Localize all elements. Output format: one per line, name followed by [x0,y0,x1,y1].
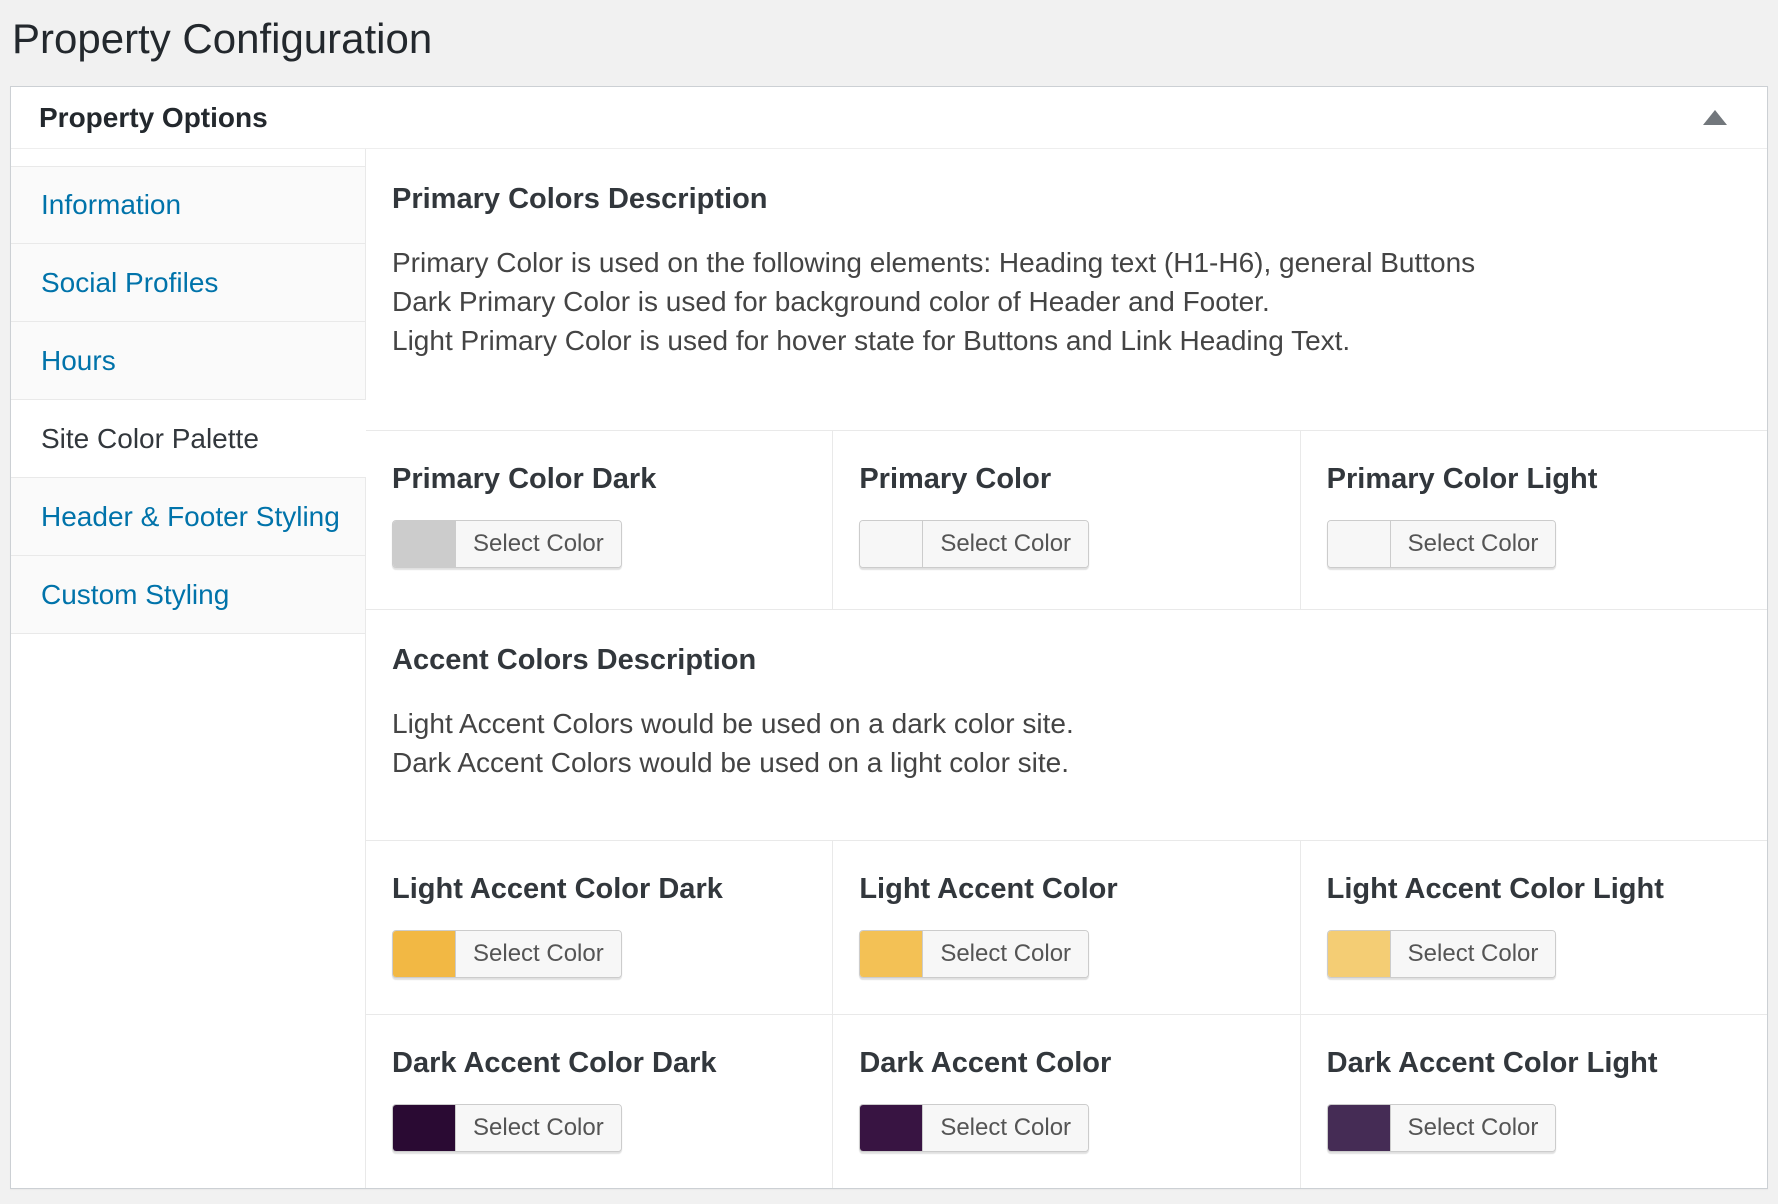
tab-site-color-palette[interactable]: Site Color Palette [11,400,366,478]
tab-panel-site-color-palette: Primary Colors Description Primary Color… [366,149,1767,1188]
color-swatch [860,931,922,977]
settings-tab-list: Information Social Profiles Hours Site C… [11,149,366,1188]
field-primary-color: Primary Color Select Color [832,431,1299,609]
tab-label: Header & Footer Styling [41,501,340,533]
description-line: Light Primary Color is used for hover st… [392,321,1727,360]
description-line: Dark Primary Color is used for backgroun… [392,282,1727,321]
tab-label: Social Profiles [41,267,218,299]
tab-custom-styling[interactable]: Custom Styling [11,556,365,634]
select-color-button-primary-color-light[interactable]: Select Color [1327,520,1557,568]
tab-label: Information [41,189,181,221]
panel-body: Information Social Profiles Hours Site C… [11,149,1767,1188]
color-swatch [393,931,455,977]
section-heading: Accent Colors Description [392,644,1727,677]
field-label: Primary Color Dark [392,463,812,496]
field-light-accent-color: Light Accent Color Select Color [832,841,1299,1014]
tab-social-profiles[interactable]: Social Profiles [11,244,365,322]
field-dark-accent-color: Dark Accent Color Select Color [832,1015,1299,1188]
panel-title: Property Options [39,102,268,134]
property-options-panel: Property Options Information Social Prof… [10,86,1768,1189]
color-swatch [393,1105,455,1151]
field-label: Light Accent Color Dark [392,873,812,906]
color-swatch [393,521,455,567]
description-line: Light Accent Colors would be used on a d… [392,704,1727,743]
tab-label: Hours [41,345,116,377]
accent-colors-description-section: Accent Colors Description Light Accent C… [366,610,1767,841]
tab-information[interactable]: Information [11,166,365,244]
field-light-accent-color-light: Light Accent Color Light Select Color [1300,841,1767,1014]
field-label: Primary Color [859,463,1279,496]
select-color-button-dark-accent-color[interactable]: Select Color [859,1104,1089,1152]
field-label: Dark Accent Color [859,1047,1279,1080]
color-swatch [1328,521,1390,567]
collapse-arrow-icon [1703,110,1727,125]
field-label: Light Accent Color [859,873,1279,906]
select-color-button-light-accent-color-light[interactable]: Select Color [1327,930,1557,978]
select-color-label: Select Color [1390,1105,1556,1151]
light-accent-color-fields-row: Light Accent Color Dark Select Color Lig… [366,841,1767,1015]
tab-header-footer-styling[interactable]: Header & Footer Styling [11,478,365,556]
admin-page: Property Configuration Property Options … [0,0,1778,1189]
select-color-button-light-accent-color[interactable]: Select Color [859,930,1089,978]
field-label: Primary Color Light [1327,463,1747,496]
select-color-label: Select Color [922,521,1088,567]
select-color-label: Select Color [1390,521,1556,567]
tab-label: Site Color Palette [41,423,259,455]
select-color-label: Select Color [922,1105,1088,1151]
section-description: Primary Color is used on the following e… [392,243,1727,360]
tab-label: Custom Styling [41,579,229,611]
description-line: Dark Accent Colors would be used on a li… [392,743,1727,782]
select-color-label: Select Color [1390,931,1556,977]
page-title: Property Configuration [0,0,1778,64]
field-label: Dark Accent Color Light [1327,1047,1747,1080]
color-swatch [1328,1105,1390,1151]
field-dark-accent-color-dark: Dark Accent Color Dark Select Color [366,1015,832,1188]
field-label: Light Accent Color Light [1327,873,1747,906]
panel-header: Property Options [11,87,1767,149]
field-dark-accent-color-light: Dark Accent Color Light Select Color [1300,1015,1767,1188]
field-primary-color-light: Primary Color Light Select Color [1300,431,1767,609]
tab-hours[interactable]: Hours [11,322,365,400]
select-color-button-light-accent-color-dark[interactable]: Select Color [392,930,622,978]
select-color-label: Select Color [455,931,621,977]
primary-color-fields-row: Primary Color Dark Select Color Primary … [366,431,1767,610]
section-heading: Primary Colors Description [392,183,1727,216]
dark-accent-color-fields-row: Dark Accent Color Dark Select Color Dark… [366,1015,1767,1188]
select-color-button-dark-accent-color-dark[interactable]: Select Color [392,1104,622,1152]
color-swatch [1328,931,1390,977]
color-swatch [860,1105,922,1151]
field-light-accent-color-dark: Light Accent Color Dark Select Color [366,841,832,1014]
collapse-panel-button[interactable] [1695,102,1735,133]
field-label: Dark Accent Color Dark [392,1047,812,1080]
description-line: Primary Color is used on the following e… [392,243,1727,282]
primary-colors-description-section: Primary Colors Description Primary Color… [366,149,1767,431]
field-primary-color-dark: Primary Color Dark Select Color [366,431,832,609]
section-description: Light Accent Colors would be used on a d… [392,704,1727,782]
select-color-label: Select Color [922,931,1088,977]
select-color-button-primary-color-dark[interactable]: Select Color [392,520,622,568]
select-color-label: Select Color [455,521,621,567]
select-color-label: Select Color [455,1105,621,1151]
color-swatch [860,521,922,567]
select-color-button-primary-color[interactable]: Select Color [859,520,1089,568]
select-color-button-dark-accent-color-light[interactable]: Select Color [1327,1104,1557,1152]
